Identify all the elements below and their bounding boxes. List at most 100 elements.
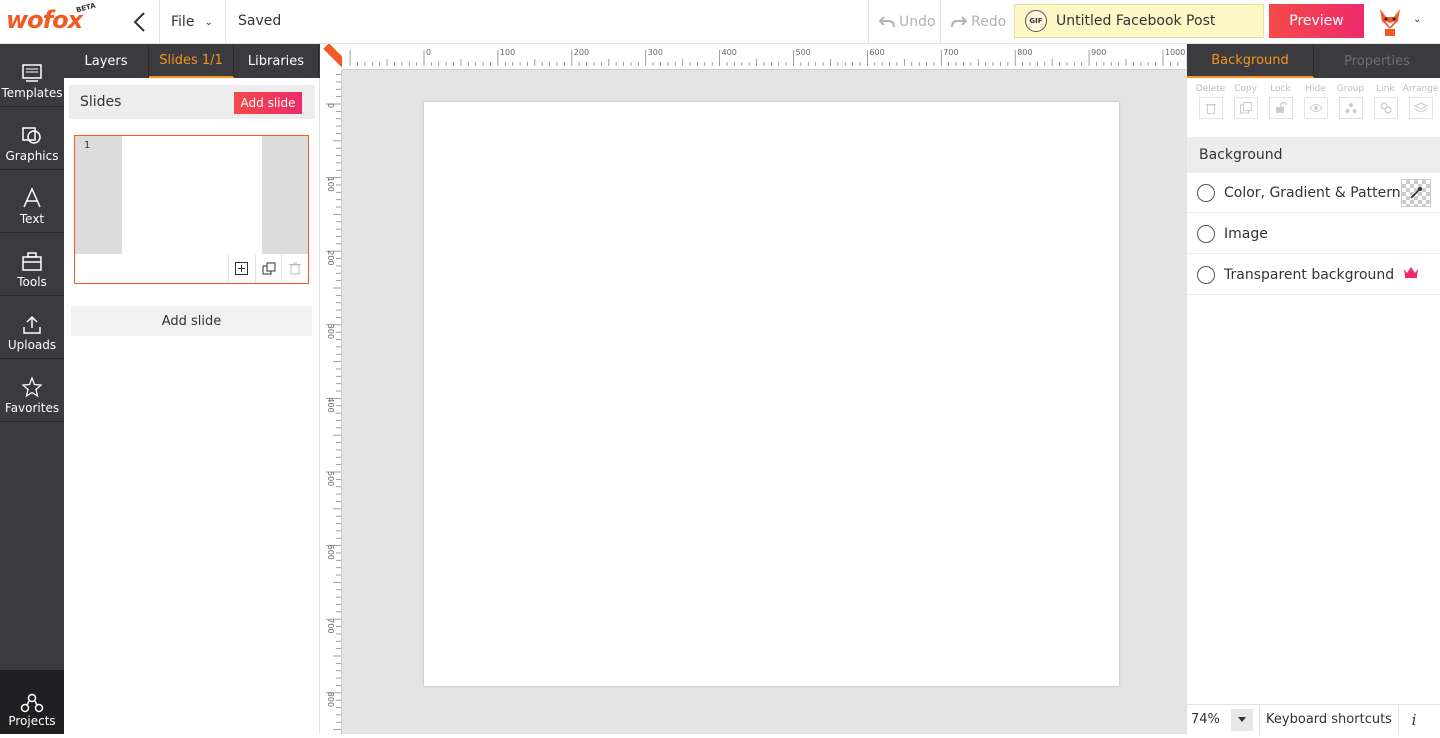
link-tool[interactable]: Link	[1368, 84, 1403, 132]
star-icon	[21, 376, 43, 398]
ruler-label: 500	[796, 48, 811, 57]
color-picker-swatch[interactable]	[1401, 179, 1431, 207]
nav-favorites[interactable]: Favorites	[0, 359, 64, 422]
gif-icon[interactable]: GIF	[1025, 10, 1047, 32]
duplicate-slide-button[interactable]	[254, 254, 282, 283]
redo-icon	[951, 16, 967, 28]
ruler-label: 500	[326, 471, 335, 486]
graphics-icon	[22, 127, 41, 144]
logo-text: wofox	[6, 6, 83, 34]
slide-thumbnail[interactable]	[122, 136, 262, 254]
panel-tabs: Layers Slides 1/1 Libraries	[64, 44, 320, 78]
fox-avatar-icon	[1380, 9, 1400, 36]
back-button[interactable]	[118, 0, 160, 44]
upload-icon	[23, 315, 41, 334]
radio-color[interactable]	[1197, 183, 1215, 202]
radio-image[interactable]	[1197, 224, 1215, 243]
redo-button[interactable]: Redo	[940, 0, 1012, 44]
tab-layers[interactable]: Layers	[64, 44, 149, 78]
link-icon	[1373, 97, 1398, 119]
arrange-tool[interactable]: Arrange	[1403, 84, 1438, 132]
canvas-area[interactable]: 0 100 200 300 400 500 600 700 800 900 1000 0 100 200…	[320, 44, 1186, 734]
beta-badge: BETA	[75, 1, 97, 15]
ruler-label: 200	[326, 250, 335, 265]
slides-title: Slides	[80, 94, 122, 110]
wofox-logo[interactable]: wofox BETA	[6, 1, 97, 40]
preview-button[interactable]: Preview	[1269, 4, 1364, 38]
right-tabs: Background Properties	[1187, 44, 1440, 78]
radio-transparent[interactable]	[1197, 265, 1215, 284]
keyboard-shortcuts-button[interactable]: Keyboard shortcuts	[1259, 704, 1399, 735]
nav-uploads[interactable]: Uploads	[0, 296, 64, 359]
design-page[interactable]	[424, 102, 1119, 686]
projects-icon	[20, 693, 44, 713]
nav-text-label: Text	[19, 212, 45, 226]
option-color-gradient-pattern[interactable]: Color, Gradient & Pattern	[1187, 173, 1440, 213]
document-title-field[interactable]: GIF Untitled Facebook Post	[1014, 4, 1264, 38]
text-icon	[23, 187, 41, 208]
lock-tool[interactable]: Lock	[1263, 84, 1298, 132]
redo-label: Redo	[971, 14, 1007, 30]
nav-graphics-label: Graphics	[5, 149, 59, 163]
delete-tool-label: Delete	[1195, 84, 1226, 94]
trash-icon	[289, 262, 302, 275]
copy-tool[interactable]: Copy	[1228, 84, 1263, 132]
right-panel: Background Properties Delete Copy Lock H…	[1186, 44, 1440, 735]
nav-templates[interactable]: Templates	[0, 44, 64, 107]
nav-projects[interactable]: Projects	[0, 670, 64, 734]
delete-tool[interactable]: Delete	[1193, 84, 1228, 132]
ruler-label: 600	[326, 545, 335, 560]
ruler-label: 900	[1091, 48, 1106, 57]
ruler-label: 300	[648, 48, 663, 57]
undo-button[interactable]: Undo	[868, 0, 940, 44]
nav-graphics[interactable]: Graphics	[0, 107, 64, 170]
chevron-down-icon: ⌄	[204, 16, 213, 28]
ruler-label: 400	[722, 48, 737, 57]
crown-premium-icon	[1404, 267, 1418, 278]
ruler-label: 1000	[1165, 48, 1185, 57]
nav-text[interactable]: Text	[0, 170, 64, 233]
info-icon[interactable]: i	[1399, 711, 1429, 729]
slide-thumbnail-card[interactable]: 1	[74, 135, 309, 284]
nav-uploads-label: Uploads	[7, 338, 57, 352]
add-slide-after-button[interactable]	[228, 254, 255, 283]
ruler-top-ticks: 0 100 200 300 400 500 600 700 800 900 1000	[349, 48, 1185, 66]
top-bar: wofox BETA File ⌄ Saved Undo Redo GIF Un…	[0, 0, 1440, 44]
eyedropper-icon	[1410, 187, 1422, 199]
delete-slide-button[interactable]	[281, 254, 308, 283]
ruler-toggle-icon	[323, 44, 342, 69]
file-menu[interactable]: File ⌄	[160, 0, 226, 44]
save-status: Saved	[238, 13, 282, 29]
ruler-label: 0	[326, 103, 335, 108]
bottom-bar: 74% Keyboard shortcuts i	[1187, 704, 1440, 735]
ruler-label: 100	[326, 177, 335, 192]
nav-tools-label: Tools	[17, 275, 47, 289]
add-slide-bottom-button[interactable]: Add slide	[71, 306, 312, 336]
ruler-label: 800	[1017, 48, 1032, 57]
option-color-label: Color, Gradient & Pattern	[1224, 184, 1401, 201]
nav-tools[interactable]: Tools	[0, 233, 64, 296]
add-slide-button[interactable]: Add slide	[234, 92, 302, 114]
slides-panel: Layers Slides 1/1 Libraries Slides Add s…	[64, 44, 320, 734]
tab-libraries[interactable]: Libraries	[234, 44, 319, 78]
undo-label: Undo	[899, 14, 936, 30]
hide-tool[interactable]: Hide	[1298, 84, 1333, 132]
ruler-label: 400	[326, 397, 335, 412]
account-chevron-down-icon[interactable]: ⌄	[1413, 14, 1421, 25]
option-image[interactable]: Image	[1187, 214, 1440, 254]
tab-slides[interactable]: Slides 1/1	[149, 44, 234, 78]
ruler-left: 0 100 200 300 400 500 600 700 800	[320, 44, 342, 734]
zoom-dropdown-button[interactable]	[1231, 708, 1253, 731]
object-tools: Delete Copy Lock Hide Group Link Arrange	[1187, 84, 1440, 132]
nav-templates-label: Templates	[1, 86, 63, 100]
tab-background[interactable]: Background	[1187, 44, 1314, 78]
lock-tool-label: Lock	[1270, 84, 1291, 94]
ruler-corner[interactable]	[320, 44, 342, 70]
tab-properties[interactable]: Properties	[1314, 44, 1440, 78]
option-transparent-background[interactable]: Transparent background	[1187, 255, 1440, 295]
ruler-left-ticks: 0 100 200 300 400 500 600 700 800	[326, 74, 341, 730]
chevron-left-icon	[133, 12, 145, 32]
group-tool[interactable]: Group	[1333, 84, 1368, 132]
avatar[interactable]	[1374, 5, 1406, 37]
group-icon	[1338, 97, 1363, 119]
